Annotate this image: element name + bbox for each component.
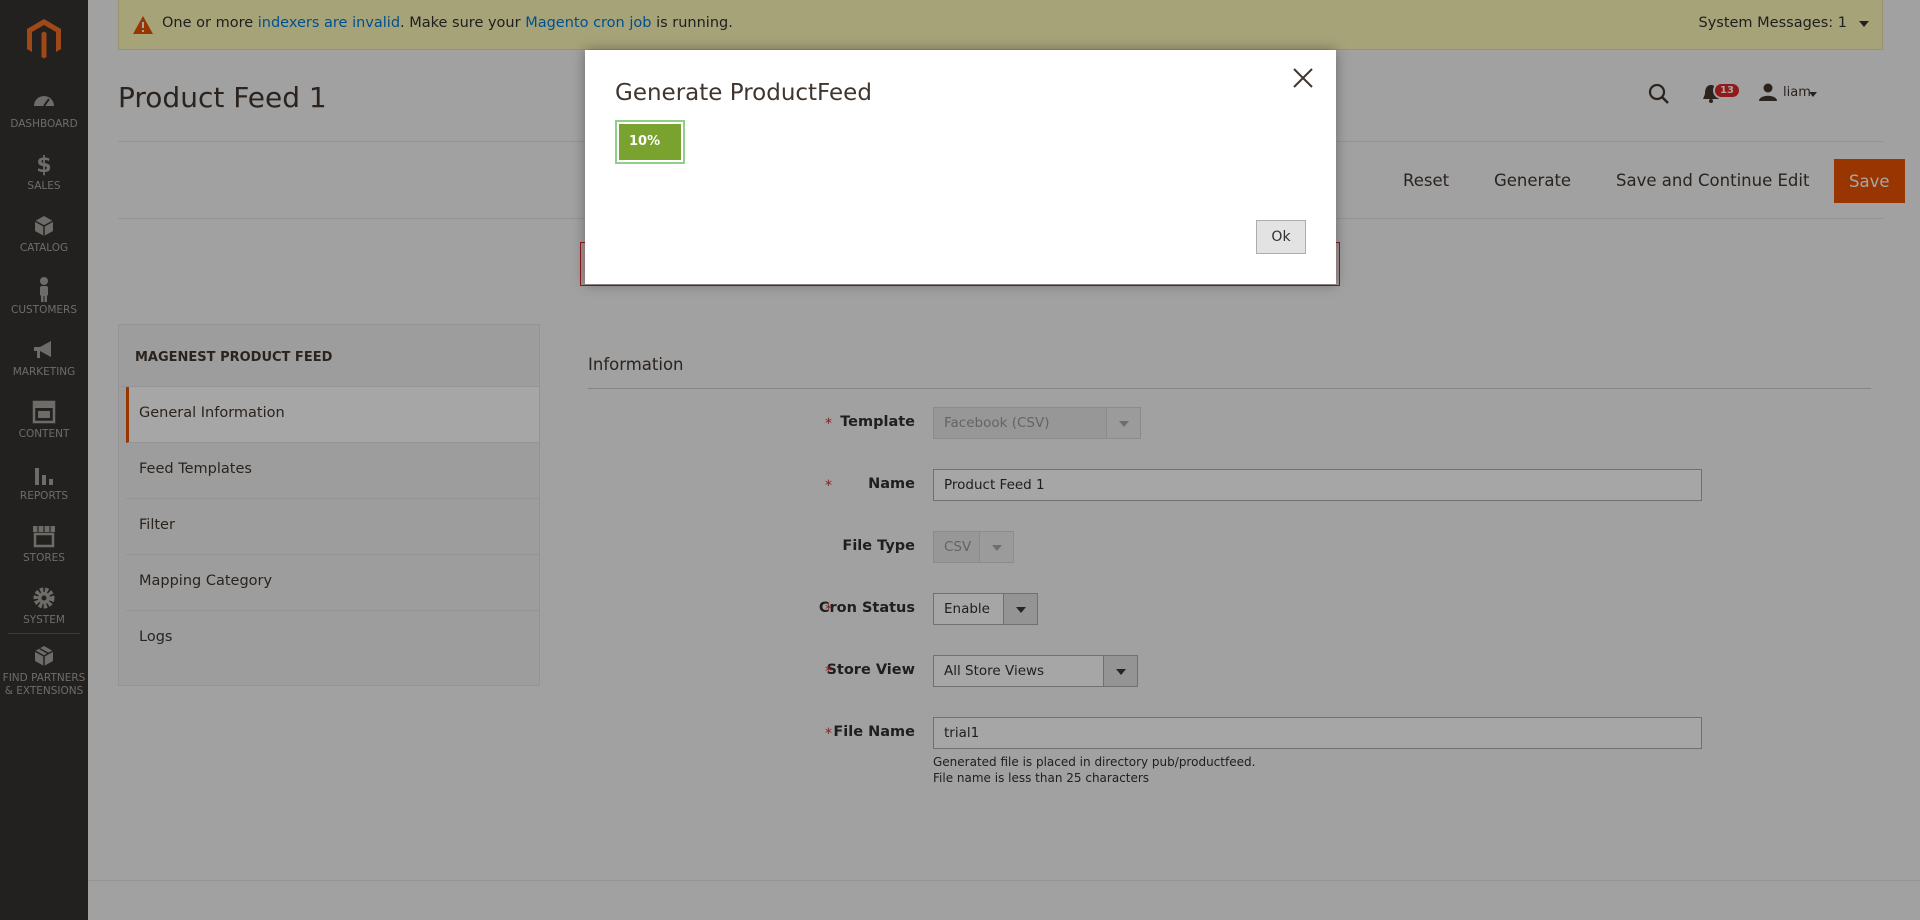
modal-title: Generate ProductFeed bbox=[615, 80, 872, 106]
progress-fill: 10% bbox=[619, 124, 681, 160]
modal-close-button[interactable] bbox=[1288, 64, 1318, 94]
progress-bar: 10% bbox=[615, 120, 685, 164]
generate-feed-modal: Generate ProductFeed 10% Ok bbox=[585, 50, 1336, 284]
close-icon bbox=[1293, 67, 1313, 88]
ok-button[interactable]: Ok bbox=[1256, 220, 1306, 254]
